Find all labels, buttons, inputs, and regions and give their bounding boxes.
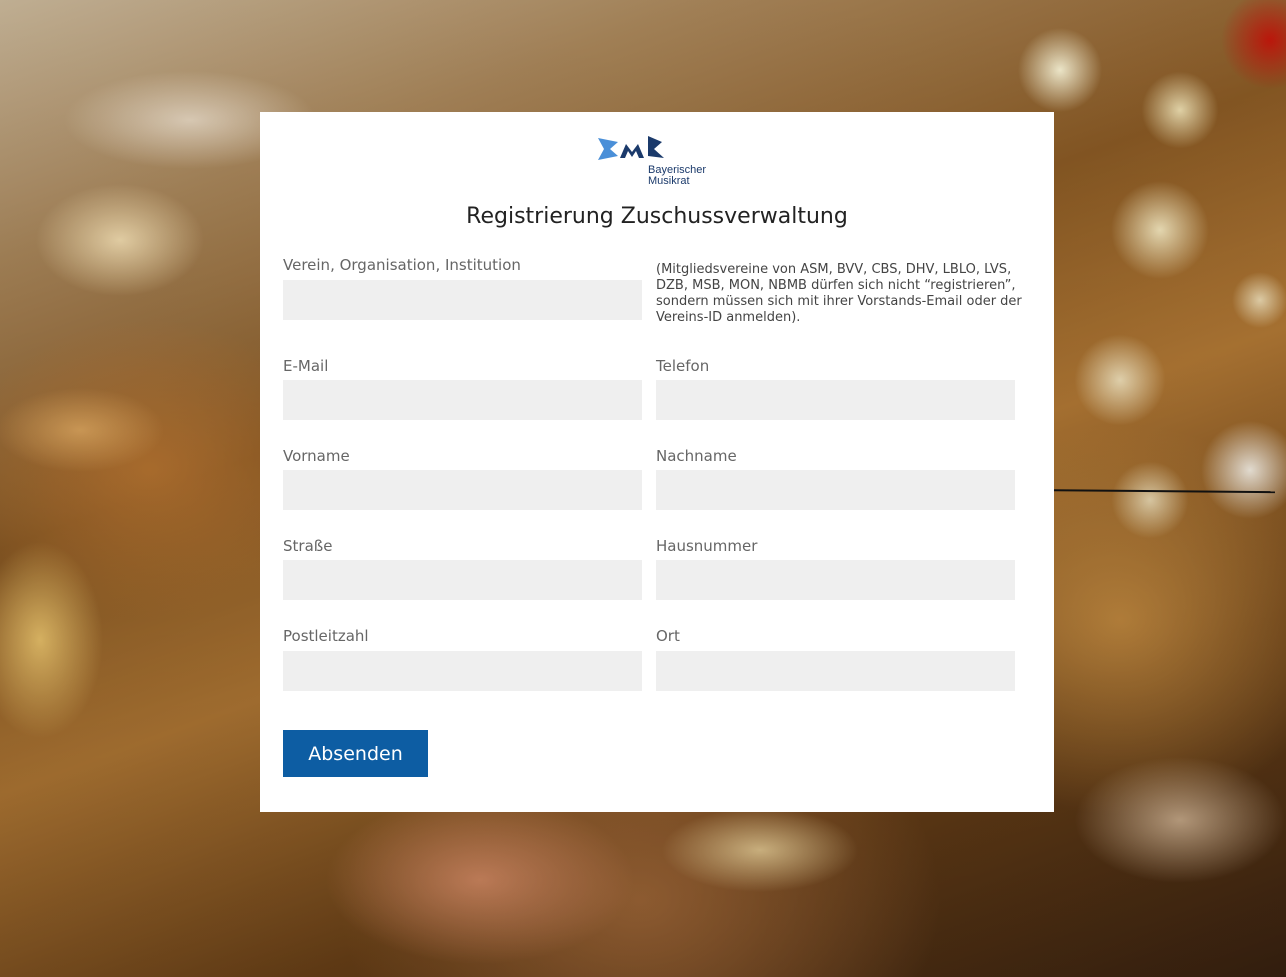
strasse-label: Straße: [283, 537, 333, 555]
bmr-logo: Bayerischer Musikrat: [596, 134, 726, 198]
ort-input[interactable]: [656, 651, 1015, 691]
plz-input[interactable]: [283, 651, 642, 691]
organisation-input[interactable]: [283, 280, 642, 320]
nachname-label: Nachname: [656, 447, 737, 465]
telefon-input[interactable]: [656, 380, 1015, 420]
nachname-input[interactable]: [656, 470, 1015, 510]
vorname-input[interactable]: [283, 470, 642, 510]
page-title: Registrierung Zuschussverwaltung: [466, 204, 848, 229]
submit-button[interactable]: Absenden: [283, 730, 428, 777]
bmr-logo-text: Bayerischer Musikrat: [648, 165, 706, 187]
organisation-label: Verein, Organisation, Institution: [283, 256, 521, 274]
email-label: E-Mail: [283, 357, 329, 375]
telefon-label: Telefon: [656, 357, 710, 375]
page: Bayerischer Musikrat Registrierung Zusch…: [0, 0, 1286, 977]
hausnummer-label: Hausnummer: [656, 537, 758, 555]
ort-label: Ort: [656, 627, 680, 645]
vorname-label: Vorname: [283, 447, 350, 465]
strasse-input[interactable]: [283, 560, 642, 600]
plz-label: Postleitzahl: [283, 627, 369, 645]
bmr-logo-icon: [598, 136, 664, 160]
email-input[interactable]: [283, 380, 642, 420]
hausnummer-input[interactable]: [656, 560, 1015, 600]
registration-note: (Mitgliedsvereine von ASM, BVV, CBS, DHV…: [656, 262, 1022, 325]
logo-line2: Musikrat: [648, 175, 690, 187]
